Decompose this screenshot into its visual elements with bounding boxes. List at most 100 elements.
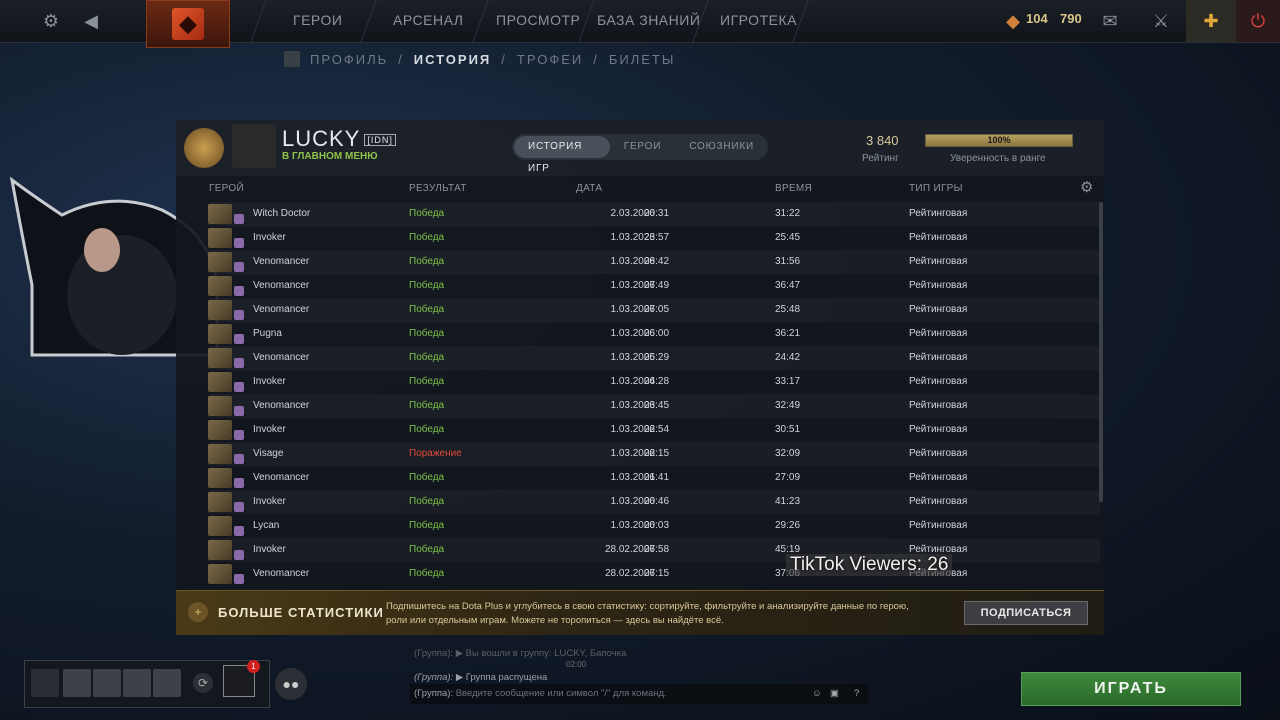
hero-role-icon xyxy=(234,550,244,560)
dota-plus-icon[interactable]: ✚ xyxy=(1186,0,1236,42)
subnav-profile[interactable]: ПРОФИЛЬ xyxy=(310,52,388,67)
match-date: 1.03.2026 xyxy=(610,304,656,315)
play-button[interactable]: ИГРАТЬ xyxy=(1021,672,1241,706)
match-row[interactable]: Venomancer Победа 1.03.2026 07:49 36:47 Рейти… xyxy=(208,274,1100,298)
hero-name: Invoker xyxy=(253,544,286,555)
match-time: 04:28 xyxy=(644,376,670,387)
match-type: Рейтинговая xyxy=(909,328,968,339)
match-result: Победа xyxy=(409,520,445,531)
nav-heroes[interactable]: ГЕРОИ xyxy=(293,12,342,28)
confidence-fill: 100% xyxy=(926,135,1072,146)
confidence-label: Уверенность в ранге xyxy=(950,153,1046,164)
party-slot-self[interactable] xyxy=(31,669,59,697)
hero-portrait xyxy=(208,300,232,320)
hero-portrait xyxy=(208,468,232,488)
match-result: Победа xyxy=(409,568,445,579)
nav-armory[interactable]: АРСЕНАЛ xyxy=(393,12,463,28)
hero-portrait xyxy=(208,204,232,224)
match-row[interactable]: Venomancer Победа 1.03.2026 07:05 25:48 Рейти… xyxy=(208,298,1100,322)
armory-icon[interactable]: ⚔ xyxy=(1136,0,1186,42)
match-result: Победа xyxy=(409,256,445,267)
nav-knowledge-base[interactable]: БАЗА ЗНАНИЙ xyxy=(597,12,700,28)
back-arrow-icon[interactable]: ◀ xyxy=(78,8,104,34)
match-time: 00:31 xyxy=(644,208,670,219)
hero-role-icon xyxy=(234,502,244,512)
tab-heroes[interactable]: ГЕРОИ xyxy=(610,136,676,158)
match-result: Поражение xyxy=(409,448,462,459)
chat-input[interactable]: (Группа): Введите сообщение или символ "… xyxy=(410,684,868,704)
hero-role-icon xyxy=(234,238,244,248)
subscribe-button[interactable]: ПОДПИСАТЬСЯ xyxy=(964,601,1088,625)
subnav-history[interactable]: ИСТОРИЯ xyxy=(414,52,492,67)
match-row[interactable]: VenomancerПобеда28.02.202607:1537:06Рейт… xyxy=(208,562,1100,586)
match-type: Рейтинговая xyxy=(909,424,968,435)
match-time: 06:00 xyxy=(644,328,670,339)
party-slot[interactable] xyxy=(153,669,181,697)
match-row[interactable]: Lycan Победа 1.03.2026 00:03 29:26 Рейтингова… xyxy=(208,514,1100,538)
dota-logo[interactable]: ◆ xyxy=(146,0,230,48)
match-row[interactable]: Venomancer Победа 1.03.2026 05:29 24:42 Рейти… xyxy=(208,346,1100,370)
gear-icon[interactable]: ⚙ xyxy=(38,8,64,34)
party-slot[interactable] xyxy=(63,669,91,697)
friends-icon[interactable]: 1 xyxy=(223,660,260,697)
match-result: Победа xyxy=(409,208,445,219)
match-row[interactable]: Visage Поражение 1.03.2026 02:15 32:09 Рейтин… xyxy=(208,442,1100,466)
hero-portrait xyxy=(208,516,232,536)
match-duration: 31:56 xyxy=(775,256,801,267)
match-type: Рейтинговая xyxy=(909,376,968,387)
match-type: Рейтинговая xyxy=(909,400,968,411)
plus-title: БОЛЬШЕ СТАТИСТИКИ xyxy=(218,605,384,620)
tab-allies[interactable]: СОЮЗНИКИ xyxy=(675,136,768,158)
subnav-trophies[interactable]: ТРОФЕИ xyxy=(517,52,583,67)
col-duration[interactable]: ВРЕМЯ xyxy=(775,183,812,194)
match-row[interactable]: Venomancer Победа 1.03.2026 03:45 32:49 Рейти… xyxy=(208,394,1100,418)
match-row[interactable]: Invoker Победа 1.03.2026 00:46 41:23 Рейтинго… xyxy=(208,490,1100,514)
scrollbar[interactable] xyxy=(1099,202,1103,502)
tab-match-history[interactable]: ИСТОРИЯ ИГР xyxy=(514,136,610,174)
match-row[interactable]: Venomancer Победа 1.03.2026 01:41 27:09 Рейти… xyxy=(208,466,1100,490)
nav-watch[interactable]: ПРОСМОТР xyxy=(496,12,580,28)
chat-channels-icon[interactable]: ●● xyxy=(275,668,307,700)
match-row[interactable]: Venomancer Победа 1.03.2026 08:42 31:56 Рейти… xyxy=(208,250,1100,274)
match-row[interactable]: Witch Doctor Победа 2.03.2026 00:31 31:22 Рей… xyxy=(208,202,1100,226)
hero-role-icon xyxy=(234,478,244,488)
mail-icon[interactable]: ✉ xyxy=(1085,0,1135,42)
match-date: 1.03.2026 xyxy=(610,448,656,459)
col-game-type[interactable]: ТИП ИГРЫ xyxy=(909,183,963,194)
hero-role-icon xyxy=(234,214,244,224)
match-time: 02:54 xyxy=(644,424,670,435)
match-row[interactable]: Pugna Победа 1.03.2026 06:00 36:21 Рейтингова… xyxy=(208,322,1100,346)
emoji-icon[interactable]: ☺ xyxy=(812,684,822,704)
power-icon[interactable]: ⏻ xyxy=(1236,0,1280,42)
match-date: 1.03.2026 xyxy=(610,424,656,435)
image-icon[interactable]: ▣ xyxy=(830,684,839,704)
match-duration: 31:22 xyxy=(775,208,801,219)
match-type: Рейтинговая xyxy=(909,208,968,219)
party-slot[interactable] xyxy=(123,669,151,697)
help-icon[interactable]: ? xyxy=(854,684,859,704)
party-bar: ⟳ 1 xyxy=(24,660,270,708)
hero-name: Venomancer xyxy=(253,400,310,411)
match-row[interactable]: Invoker Победа 1.03.2026 23:57 25:45 Рейтинго… xyxy=(208,226,1100,250)
player-name: LUCKY [IDN] xyxy=(282,126,396,152)
match-row[interactable]: Invoker Победа 1.03.2026 04:28 33:17 Рейтинго… xyxy=(208,370,1100,394)
match-time: 23:57 xyxy=(644,232,670,243)
nav-arcade[interactable]: ИГРОТЕКА xyxy=(720,12,797,28)
match-row[interactable]: Invoker Победа 28.02.2026 07:58 45:19 Рейтинг… xyxy=(208,538,1100,562)
match-date: 1.03.2026 xyxy=(610,280,656,291)
match-row[interactable]: Invoker Победа 1.03.2026 02:54 30:51 Рейтинго… xyxy=(208,418,1100,442)
match-time: 00:03 xyxy=(644,520,670,531)
col-date[interactable]: ДАТА xyxy=(576,183,602,194)
hero-name: Venomancer xyxy=(253,352,310,363)
col-result[interactable]: РЕЗУЛЬТАТ xyxy=(409,183,467,194)
coins-count: 790 xyxy=(1060,11,1082,26)
subnav-tickets[interactable]: БИЛЕТЫ xyxy=(609,52,676,67)
match-time: 05:29 xyxy=(644,352,670,363)
refresh-icon[interactable]: ⟳ xyxy=(193,673,213,693)
avatar[interactable] xyxy=(232,124,276,168)
settings-gear-icon[interactable]: ⚙ xyxy=(1080,178,1093,196)
rating-value: 3 840 xyxy=(866,133,899,148)
match-date: 1.03.2026 xyxy=(610,400,656,411)
col-hero[interactable]: ГЕРОЙ xyxy=(209,183,244,194)
party-slot[interactable] xyxy=(93,669,121,697)
